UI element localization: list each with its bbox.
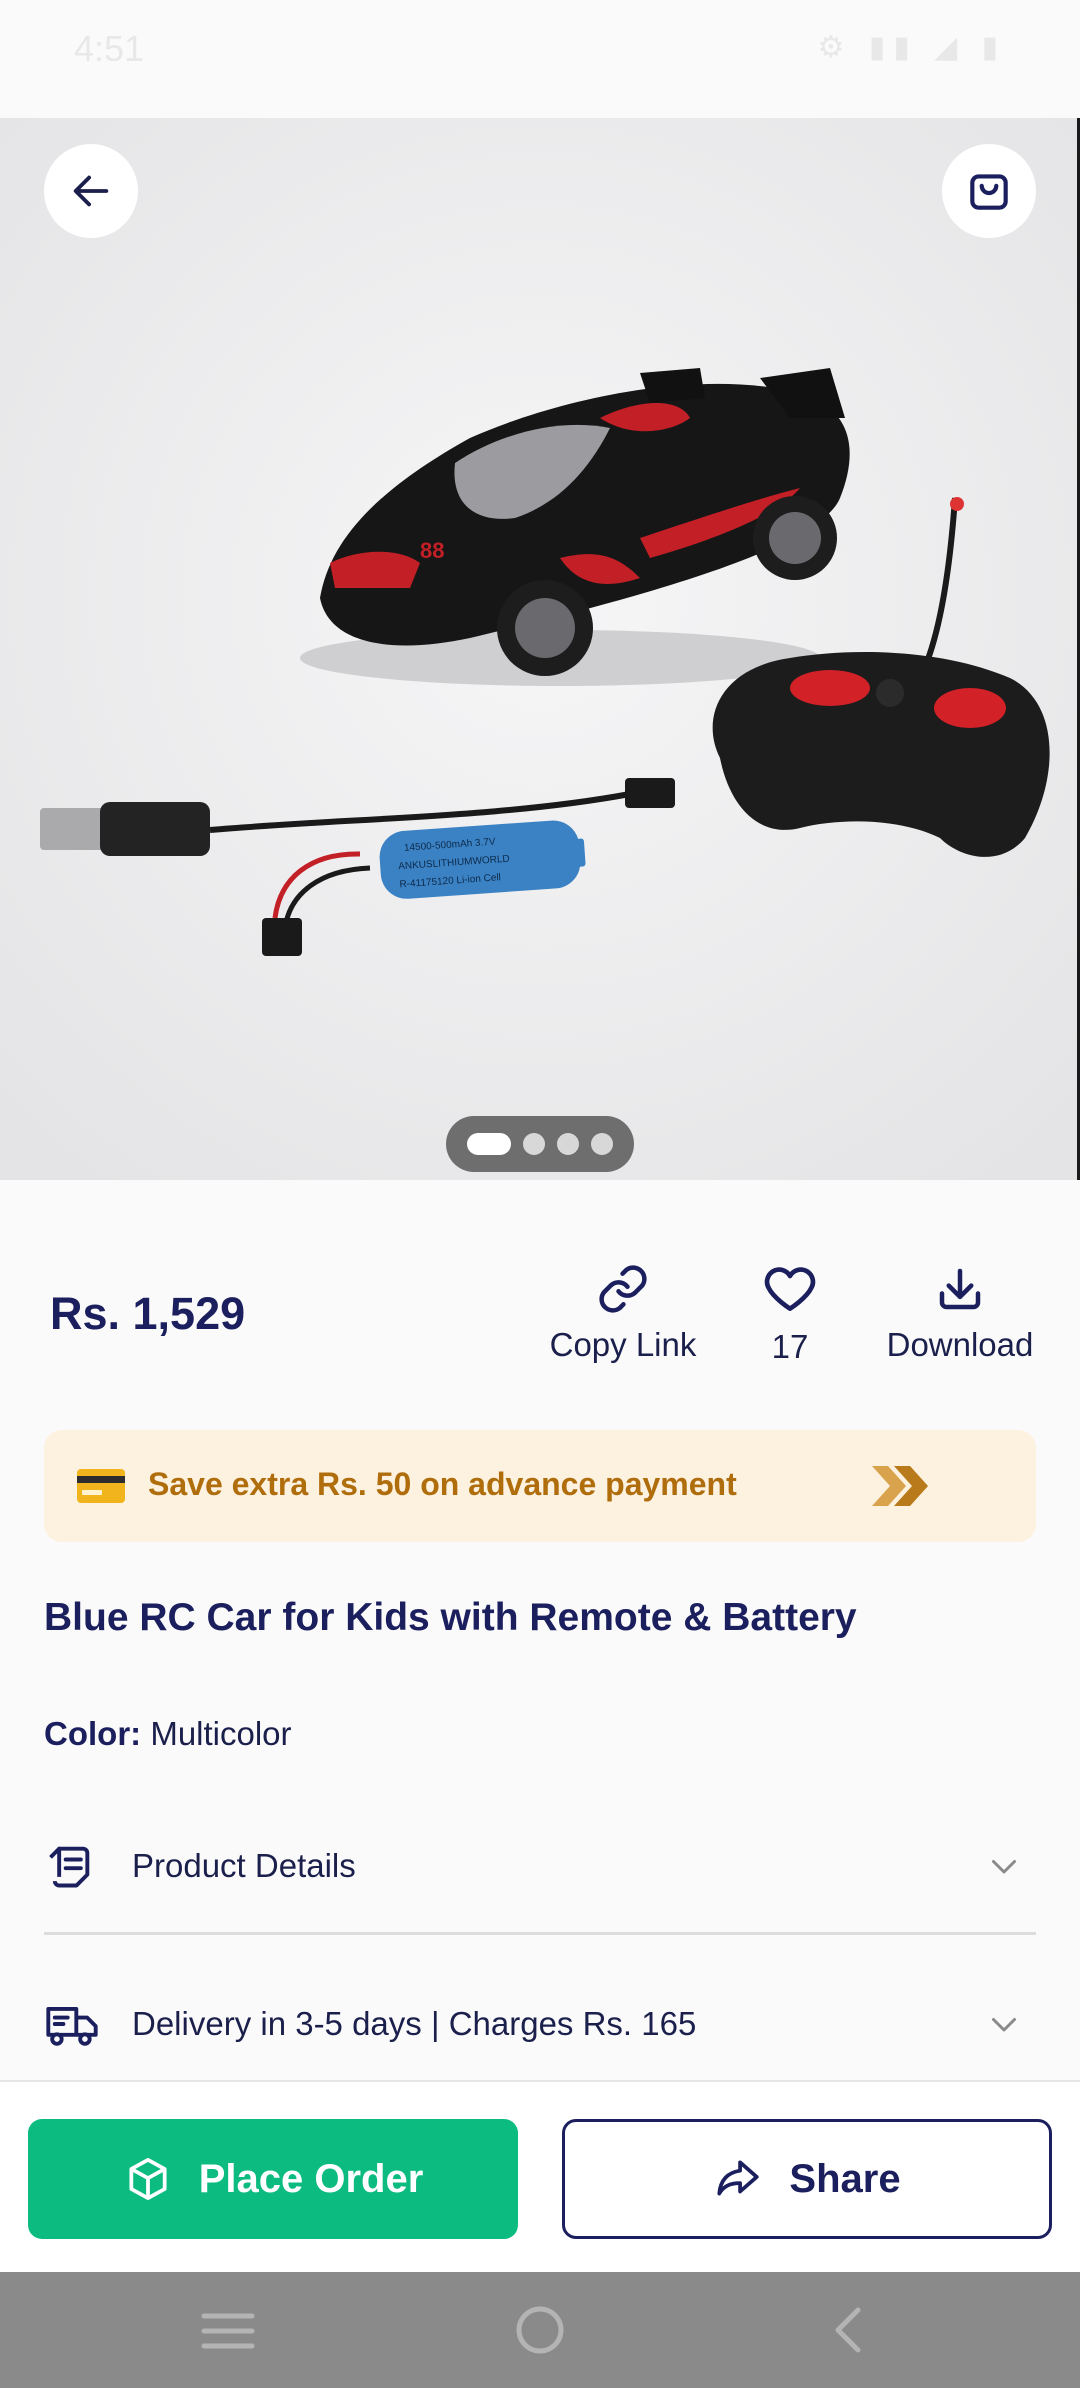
status-time: 4:51 [74, 28, 145, 69]
recent-apps-icon[interactable] [200, 2310, 256, 2352]
divider [44, 1932, 1036, 1935]
chevron-down-icon [992, 2018, 1016, 2032]
product-details-accordion[interactable]: Product Details [44, 1816, 1036, 1916]
download-label: Download [886, 1326, 1034, 1363]
share-arrow-icon [717, 2160, 760, 2196]
delivery-label: Delivery in 3-5 days | Charges Rs. 165 [132, 2005, 697, 2042]
color-row: Color: Multicolor [44, 1715, 292, 1753]
product-price: Rs. 1,529 [50, 1288, 246, 1339]
color-label: Color: [44, 1715, 142, 1752]
product-details-label: Product Details [132, 1847, 356, 1884]
arrow-left-icon [73, 175, 109, 207]
back-nav-icon[interactable] [826, 2304, 870, 2356]
promo-text: Save extra Rs. 50 on advance payment [148, 1466, 737, 1502]
delivery-truck-icon [46, 2006, 98, 2046]
like-count: 17 [771, 1328, 809, 1365]
download-button[interactable]: Download [876, 1262, 1044, 1364]
copy-link-label: Copy Link [549, 1326, 697, 1363]
carousel-dot[interactable] [557, 1133, 579, 1155]
document-icon [49, 1846, 90, 1888]
back-button[interactable] [44, 144, 138, 238]
place-order-label: Place Order [198, 2156, 424, 2201]
carousel-dot[interactable] [591, 1133, 613, 1155]
carousel-dot[interactable] [523, 1133, 545, 1155]
product-photo: 88 14500-500mAh 3.7V ANKUSLITHIUMWORLD R… [0, 118, 1077, 1180]
system-navigation-bar [0, 2272, 1080, 2388]
home-icon[interactable] [514, 2304, 566, 2356]
credit-card-icon [77, 1469, 125, 1503]
heart-icon [764, 1267, 816, 1311]
package-icon [129, 2157, 167, 2201]
status-bar: 4:51 ⚙ ▮▮ ◢ ▮ [0, 0, 1080, 118]
advance-payment-banner[interactable]: Save extra Rs. 50 on advance payment [44, 1430, 1036, 1542]
like-button[interactable]: 17 [740, 1262, 840, 1366]
double-chevron-right-icon [872, 1466, 928, 1506]
place-order-button[interactable]: Place Order [28, 2119, 518, 2239]
cart-button[interactable] [942, 144, 1036, 238]
link-icon [599, 1265, 647, 1313]
carousel-dot[interactable] [467, 1133, 511, 1155]
copy-link-button[interactable]: Copy Link [548, 1262, 698, 1364]
battery: 14500-500mAh 3.7V ANKUSLITHIUMWORLD R-41… [379, 820, 586, 899]
carousel-indicator[interactable] [446, 1116, 634, 1172]
share-button[interactable]: Share [562, 2119, 1052, 2239]
shopping-bag-icon [970, 174, 1008, 210]
product-image[interactable]: 88 14500-500mAh 3.7V ANKUSLITHIUMWORLD R… [0, 118, 1080, 1180]
share-label: Share [789, 2156, 901, 2201]
color-value: Multicolor [150, 1715, 292, 1752]
product-title: Blue RC Car for Kids with Remote & Batte… [44, 1596, 857, 1639]
chevron-down-icon [992, 1860, 1016, 1874]
delivery-accordion[interactable]: Delivery in 3-5 days | Charges Rs. 165 [44, 1974, 1036, 2074]
status-icons: ⚙ ▮▮ ◢ ▮ [817, 31, 1006, 64]
car-number: 88 [420, 538, 444, 563]
download-icon [939, 1268, 981, 1310]
